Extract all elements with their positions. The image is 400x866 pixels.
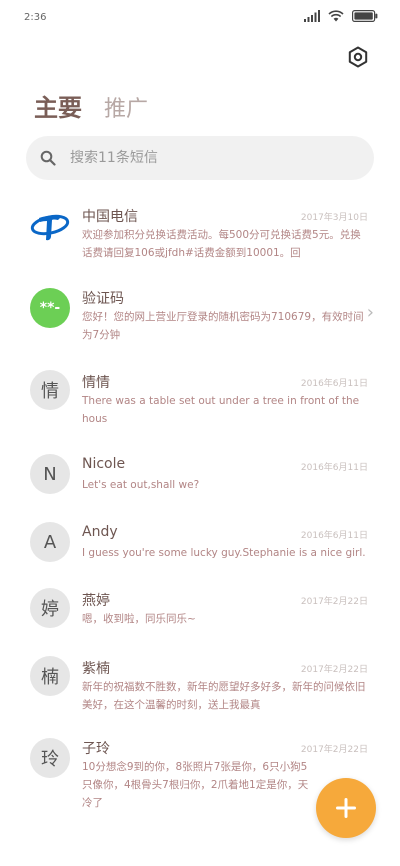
avatar: 玲 xyxy=(30,738,70,778)
status-time: 2:36 xyxy=(24,12,47,23)
tab-promo[interactable]: 推广 xyxy=(104,91,148,123)
search-bar[interactable] xyxy=(26,136,374,180)
avatar: N xyxy=(30,454,70,494)
message-snippet: Let's eat out,shall we? xyxy=(82,479,200,491)
china-telecom-logo xyxy=(30,206,70,246)
message-date: 2017年2月22日 xyxy=(300,597,368,607)
list-item[interactable]: 中国电信 2017年3月10日 欢迎参加积分兑换话费活动。每500分可兑换话费5… xyxy=(0,196,400,276)
message-snippet: 10分想念9到的你，8张照片7张是你，6只小狗5只像你，4根骨头7根归你，2爪着… xyxy=(82,761,309,809)
avatar: 楠 xyxy=(30,656,70,696)
battery-icon xyxy=(352,10,378,22)
message-date: 2016年6月11日 xyxy=(300,463,368,473)
tab-bar: 主要 推广 xyxy=(34,88,148,123)
message-date: 2017年2月22日 xyxy=(300,665,368,675)
settings-button[interactable] xyxy=(346,45,370,69)
message-snippet: There was a table set out under a tree i… xyxy=(82,395,360,425)
message-snippet: I guess you're some lucky guy.Stephanie … xyxy=(82,547,366,559)
list-item[interactable]: **- 验证码 您好！您的网上营业厅登录的随机密码为710679，有效时间为7分… xyxy=(0,278,400,358)
message-snippet: 您好！您的网上营业厅登录的随机密码为710679，有效时间为7分钟 xyxy=(82,311,364,341)
message-date: 2016年6月11日 xyxy=(300,531,368,541)
message-snippet: 新年的祝福数不胜数，新年的愿望好多好多，新年的问候依旧美好，在这个温馨的时刻，送… xyxy=(82,681,366,711)
status-icons xyxy=(304,10,378,22)
sender-name: 紫楠 xyxy=(82,661,110,677)
sender-name: 中国电信 xyxy=(82,209,138,225)
avatar: 情 xyxy=(30,370,70,410)
sender-name: Nicole xyxy=(82,456,126,472)
china-telecom-logo-icon xyxy=(30,214,70,241)
sender-name: 燕婷 xyxy=(82,593,110,609)
list-item[interactable]: 楠 紫楠 2017年2月22日 新年的祝福数不胜数，新年的愿望好多好多，新年的问… xyxy=(0,656,400,736)
gear-icon xyxy=(348,46,368,68)
message-snippet: 嗯，收到啦，同乐同乐~ xyxy=(82,613,196,625)
avatar: A xyxy=(30,522,70,562)
sender-name: 子玲 xyxy=(82,741,110,757)
message-snippet: 欢迎参加积分兑换话费活动。每500分可兑换话费5元。兑换话费请回复106或jfd… xyxy=(82,229,361,259)
sender-name: 情情 xyxy=(82,375,110,391)
status-bar: 2:36 xyxy=(0,0,400,36)
tab-main[interactable]: 主要 xyxy=(34,88,82,123)
list-item[interactable]: 情 情情 2016年6月11日 There was a table set ou… xyxy=(0,370,400,450)
compose-button[interactable] xyxy=(316,778,376,838)
sender-name: Andy xyxy=(82,524,118,540)
avatar: 婷 xyxy=(30,588,70,628)
wifi-icon xyxy=(328,10,344,22)
avatar: **- xyxy=(30,288,70,328)
message-date: 2016年6月11日 xyxy=(300,379,368,389)
message-date: 2017年3月10日 xyxy=(300,213,368,223)
sender-name: 验证码 xyxy=(82,291,124,307)
message-date: 2017年2月22日 xyxy=(300,745,368,755)
search-input[interactable] xyxy=(68,149,342,167)
signal-icon xyxy=(304,10,320,22)
plus-icon xyxy=(336,798,356,818)
search-icon xyxy=(40,150,56,166)
chevron-right-icon: › xyxy=(366,302,374,323)
